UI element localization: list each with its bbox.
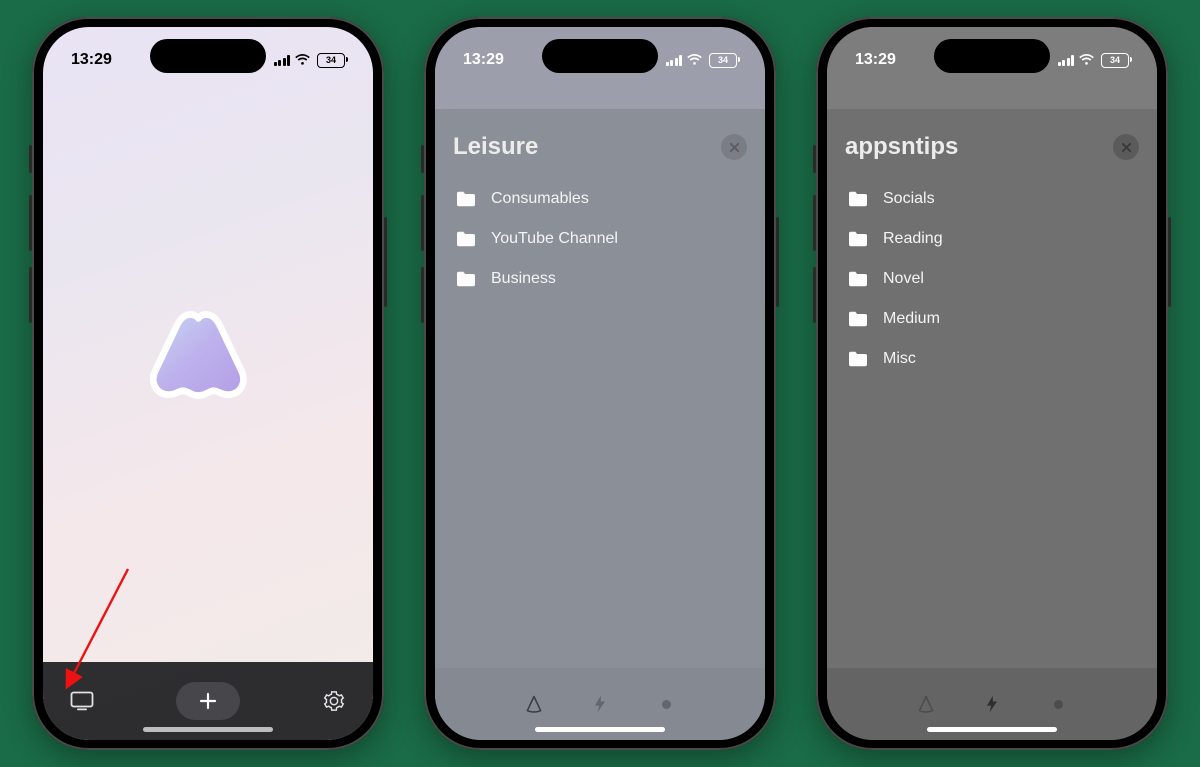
folder-row[interactable]: Socials	[845, 179, 1139, 219]
folder-row[interactable]: Medium	[845, 299, 1139, 339]
folder-row[interactable]: Novel	[845, 259, 1139, 299]
signal-icon	[274, 54, 291, 66]
tab-dot[interactable]	[1047, 693, 1069, 715]
sheet-title: Leisure	[453, 133, 538, 161]
battery-icon: 34	[1101, 53, 1129, 68]
status-time: 13:29	[71, 51, 112, 69]
folder-sheet: appsntips Socials Reading Novel Medium Misc	[827, 109, 1157, 740]
dynamic-island	[150, 39, 266, 73]
folder-list: Socials Reading Novel Medium Misc	[845, 179, 1139, 379]
home-indicator[interactable]	[535, 727, 665, 732]
tab-pizza[interactable]	[915, 693, 937, 715]
battery-icon: 34	[709, 53, 737, 68]
phone-home: 13:29 34	[32, 17, 384, 750]
signal-icon	[1058, 54, 1075, 66]
folder-label: Misc	[883, 350, 916, 368]
folder-row[interactable]: Business	[453, 259, 747, 299]
folder-label: Business	[491, 270, 556, 288]
folder-label: Reading	[883, 230, 943, 248]
signal-icon	[666, 54, 683, 66]
folder-list: Consumables YouTube Channel Business	[453, 179, 747, 299]
folder-row[interactable]: Misc	[845, 339, 1139, 379]
folder-label: YouTube Channel	[491, 230, 618, 248]
folder-row[interactable]: Consumables	[453, 179, 747, 219]
close-button[interactable]	[721, 134, 747, 160]
wifi-icon	[294, 53, 311, 67]
tab-bolt[interactable]	[981, 693, 1003, 715]
tab-bolt[interactable]	[589, 693, 611, 715]
wifi-icon	[1078, 53, 1095, 67]
phone-appsntips: 13:29 34 appsntips Socials Reading Novel Me…	[816, 17, 1168, 750]
close-button[interactable]	[1113, 134, 1139, 160]
folder-label: Medium	[883, 310, 940, 328]
battery-icon: 34	[317, 53, 345, 68]
settings-button[interactable]	[319, 686, 349, 716]
home-indicator[interactable]	[143, 727, 273, 732]
tab-dot[interactable]	[655, 693, 677, 715]
status-time: 13:29	[855, 51, 896, 69]
desktop-button[interactable]	[67, 686, 97, 716]
sheet-title: appsntips	[845, 133, 958, 161]
home-indicator[interactable]	[927, 727, 1057, 732]
folder-label: Consumables	[491, 190, 589, 208]
folder-row[interactable]: YouTube Channel	[453, 219, 747, 259]
phone-leisure: 13:29 34 Leisure Consumables YouTube Chan…	[424, 17, 776, 750]
folder-label: Socials	[883, 190, 935, 208]
dynamic-island	[934, 39, 1050, 73]
tab-pizza[interactable]	[523, 693, 545, 715]
folder-label: Novel	[883, 270, 924, 288]
status-time: 13:29	[463, 51, 504, 69]
app-logo	[141, 297, 276, 437]
dynamic-island	[542, 39, 658, 73]
wifi-icon	[686, 53, 703, 67]
folder-row[interactable]: Reading	[845, 219, 1139, 259]
folder-sheet: Leisure Consumables YouTube Channel Busine…	[435, 109, 765, 740]
add-button[interactable]	[176, 682, 240, 720]
